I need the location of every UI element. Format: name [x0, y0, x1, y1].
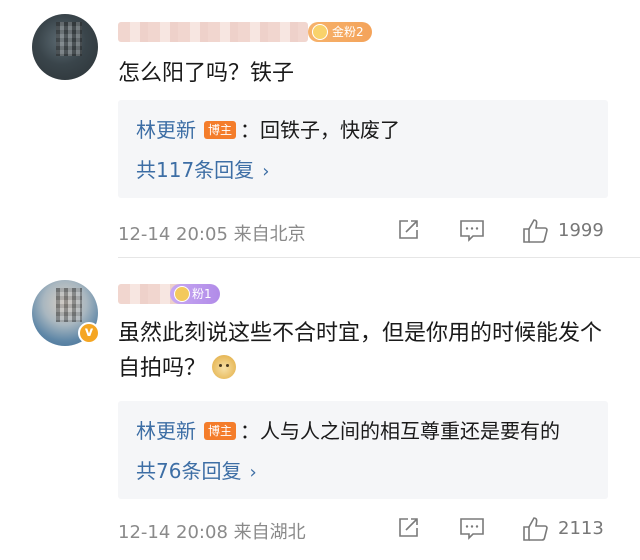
comment-icon[interactable]: [459, 516, 485, 542]
reply-preview[interactable]: 林更新 博主 ：回铁子，快废了 共117条回复 ›: [118, 100, 608, 198]
chevron-right-icon: ›: [249, 462, 257, 483]
comment-meta: 12-14 20:05 来自北京: [118, 220, 306, 246]
fan-badge-icon: [312, 24, 328, 40]
fan-badge-icon: [174, 286, 190, 302]
divider: [118, 257, 640, 258]
blogger-tag: 博主: [204, 121, 237, 139]
avatar[interactable]: [32, 14, 98, 80]
comment-location: 来自湖北: [233, 522, 306, 543]
chevron-right-icon: ›: [262, 161, 270, 182]
fan-badge[interactable]: 金粉2: [308, 22, 372, 42]
thumbs-up-icon[interactable]: [522, 516, 550, 542]
username-blurred[interactable]: [118, 22, 308, 42]
comment-footer: 12-14 20:08 来自湖北 2113: [118, 514, 618, 544]
comment-text: 怎么阳了吗？铁子: [118, 61, 295, 86]
reply-text: ：人与人之间的相互尊重还是要有的: [240, 419, 561, 443]
like-count: 1999: [558, 220, 604, 241]
reply-text: ：回铁子，快废了: [240, 118, 401, 142]
comment-icon[interactable]: [459, 218, 485, 244]
comment-text: 虽然此刻说这些不合时宜，但是你用的时候能发个自拍吗？: [118, 321, 603, 381]
comment-time: 12-14 20:05: [118, 224, 228, 245]
verified-badge-icon: v: [78, 322, 100, 344]
reply-preview[interactable]: 林更新 博主 ：人与人之间的相互尊重还是要有的 共76条回复 ›: [118, 401, 608, 499]
comment-item: 金粉2 怎么阳了吗？铁子 林更新 博主 ：回铁子，快废了 共117条回复 › 12-1…: [0, 0, 640, 258]
reply-author[interactable]: 林更新: [136, 419, 196, 443]
like-count: 2113: [558, 518, 604, 539]
view-replies-link[interactable]: 共117条回复 ›: [136, 156, 269, 186]
share-icon[interactable]: [396, 218, 420, 244]
comment-meta: 12-14 20:08 来自湖北: [118, 518, 306, 544]
thumbs-up-icon[interactable]: [522, 218, 550, 244]
comment-footer: 12-14 20:05 来自北京 1999: [118, 216, 618, 246]
reply-line: 林更新 博主 ：回铁子，快废了: [136, 116, 400, 144]
reply-author[interactable]: 林更新: [136, 118, 196, 142]
reply-line: 林更新 博主 ：人与人之间的相互尊重还是要有的: [136, 417, 560, 445]
doge-emoji-icon: [212, 355, 237, 379]
fan-badge[interactable]: 粉1: [170, 284, 220, 304]
blogger-tag: 博主: [204, 422, 237, 440]
view-replies-link[interactable]: 共76条回复 ›: [136, 457, 257, 487]
comment-time: 12-14 20:08: [118, 522, 228, 543]
comment-item: 虽然此刻说这些不合时宜，但是你用的时候能发个自拍吗？ 林更新 博主 ：人与人之间的相…: [0, 268, 640, 560]
share-icon[interactable]: [396, 516, 420, 542]
comment-location: 来自北京: [233, 224, 306, 245]
